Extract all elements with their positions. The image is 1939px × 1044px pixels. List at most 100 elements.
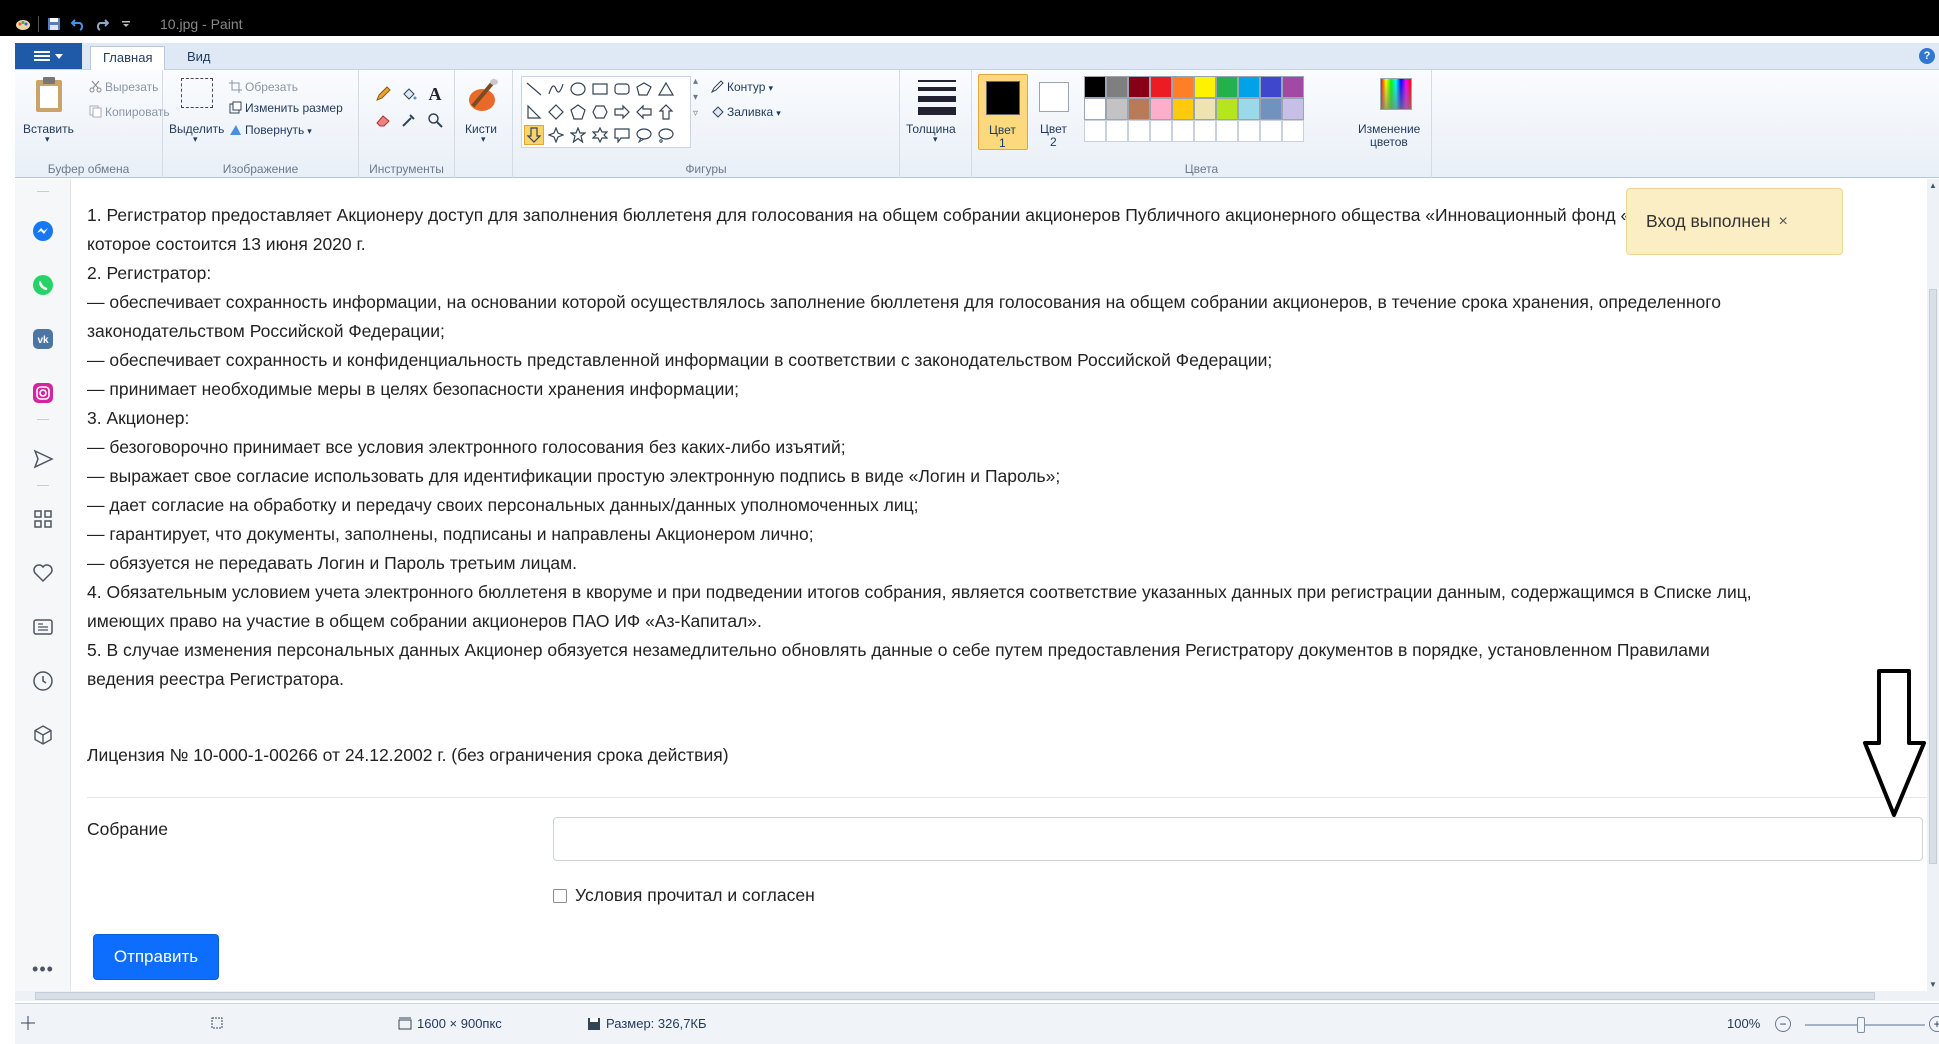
palette-color-swatch[interactable] [1216,76,1238,98]
brushes-button[interactable]: Кисти ▾ [457,74,511,146]
customize-qat-icon[interactable] [117,15,135,33]
palette-color-swatch[interactable] [1150,76,1172,98]
scroll-up-icon[interactable]: ▲ [1929,181,1937,190]
zoom-in-icon[interactable]: + [1929,1016,1939,1032]
palette-color-swatch[interactable] [1216,98,1238,120]
vertical-scroll-thumb[interactable] [1929,289,1937,864]
rect-callout-shape-icon[interactable] [612,125,632,145]
shapes-scroll[interactable]: ▴ ▾ ▿ [693,77,698,119]
news-icon[interactable] [31,615,55,639]
palette-color-swatch[interactable] [1128,98,1150,120]
resize-button[interactable]: Изменить размер [229,101,343,115]
more-icon[interactable]: ••• [31,957,55,981]
oval-callout-shape-icon[interactable] [634,125,654,145]
scroll-down-icon[interactable]: ▼ [1929,980,1937,989]
palette-color-swatch[interactable] [1238,76,1260,98]
cube-icon[interactable] [31,723,55,747]
up-arrow-shape-icon[interactable] [656,102,676,122]
cloud-callout-shape-icon[interactable] [656,125,676,145]
paste-button[interactable]: Вставить ▾ [21,74,77,146]
curve-shape-icon[interactable] [546,79,566,99]
six-point-star-shape-icon[interactable] [590,125,610,145]
custom-color-slot[interactable] [1084,120,1106,142]
vertical-scrollbar[interactable]: ▲ ▼ [1927,179,1939,991]
triangle-shape-icon[interactable] [656,79,676,99]
paint-app-icon[interactable] [14,15,32,33]
palette-color-swatch[interactable] [1194,76,1216,98]
rotate-button[interactable]: Повернуть ▾ [229,123,312,137]
meeting-select[interactable] [553,817,1923,861]
fill-button[interactable]: Заливка ▾ [711,105,781,119]
cut-button[interactable]: Вырезать [89,80,158,94]
outline-button[interactable]: Контур ▾ [710,80,773,94]
custom-color-slot[interactable] [1260,120,1282,142]
palette-color-swatch[interactable] [1128,76,1150,98]
custom-color-slot[interactable] [1128,120,1150,142]
five-point-star-shape-icon[interactable] [568,125,588,145]
four-point-star-shape-icon[interactable] [546,125,566,145]
custom-color-slot[interactable] [1106,120,1128,142]
right-triangle-shape-icon[interactable] [524,102,544,122]
zoom-slider-thumb[interactable] [1857,1017,1865,1033]
custom-color-slot[interactable] [1172,120,1194,142]
messenger-icon[interactable] [31,219,55,243]
hexagon-shape-icon[interactable] [590,102,610,122]
oval-shape-icon[interactable] [568,79,588,99]
crop-button[interactable]: Обрезать [229,80,298,94]
rectangle-shape-icon[interactable] [590,79,610,99]
copy-button[interactable]: Копировать [89,105,170,119]
custom-color-slot[interactable] [1282,120,1304,142]
tab-view[interactable]: Вид [175,46,223,70]
whatsapp-icon[interactable] [31,273,55,297]
line-shape-icon[interactable] [524,79,544,99]
palette-color-swatch[interactable] [1172,76,1194,98]
history-clock-icon[interactable] [31,669,55,693]
submit-button[interactable]: Отправить [93,934,219,980]
select-button[interactable]: Выделить ▾ [169,74,224,146]
palette-color-swatch[interactable] [1260,98,1282,120]
right-arrow-shape-icon[interactable] [612,102,632,122]
help-icon[interactable]: ? [1919,48,1935,64]
palette-color-swatch[interactable] [1084,98,1106,120]
tab-home[interactable]: Главная [90,46,166,70]
palette-color-swatch[interactable] [1106,76,1128,98]
custom-color-slot[interactable] [1150,120,1172,142]
agree-checkbox[interactable] [553,888,567,903]
palette-color-swatch[interactable] [1150,98,1172,120]
color2-button[interactable]: Цвет 2 [1030,74,1080,150]
palette-color-swatch[interactable] [1282,76,1304,98]
down-arrow-shape-icon[interactable] [524,125,544,145]
eraser-icon[interactable] [373,110,393,130]
edit-colors-button[interactable]: Изменение цветов [1358,74,1432,150]
save-icon[interactable] [45,15,63,33]
pencil-icon[interactable] [373,84,393,104]
send-icon[interactable] [31,447,55,471]
file-menu-button[interactable] [15,43,82,69]
custom-color-slot[interactable] [1238,120,1260,142]
pentagon-shape-icon[interactable] [568,102,588,122]
palette-color-swatch[interactable] [1172,98,1194,120]
palette-color-swatch[interactable] [1106,98,1128,120]
text-tool-icon[interactable]: A [425,84,445,104]
custom-color-slot[interactable] [1194,120,1216,142]
palette-color-swatch[interactable] [1282,98,1304,120]
zoom-slider[interactable] [1805,1024,1925,1026]
color-picker-icon[interactable] [399,110,419,130]
diamond-shape-icon[interactable] [546,102,566,122]
heart-icon[interactable] [31,561,55,585]
agree-row[interactable]: Условия прочитал и согласен [553,885,815,906]
magnifier-icon[interactable] [425,110,445,130]
size-button[interactable]: Толщина ▾ [906,74,966,146]
vk-icon[interactable]: vk [31,327,55,351]
instagram-icon[interactable] [31,381,55,405]
toast-close-icon[interactable]: × [1778,213,1787,231]
left-arrow-shape-icon[interactable] [634,102,654,122]
apps-grid-icon[interactable] [31,507,55,531]
palette-color-swatch[interactable] [1260,76,1282,98]
undo-icon[interactable] [69,15,87,33]
zoom-out-icon[interactable]: − [1775,1016,1791,1032]
polygon-shape-icon[interactable] [634,79,654,99]
horizontal-scroll-thumb[interactable] [35,992,1875,1000]
palette-color-swatch[interactable] [1194,98,1216,120]
fill-bucket-icon[interactable] [399,84,419,104]
